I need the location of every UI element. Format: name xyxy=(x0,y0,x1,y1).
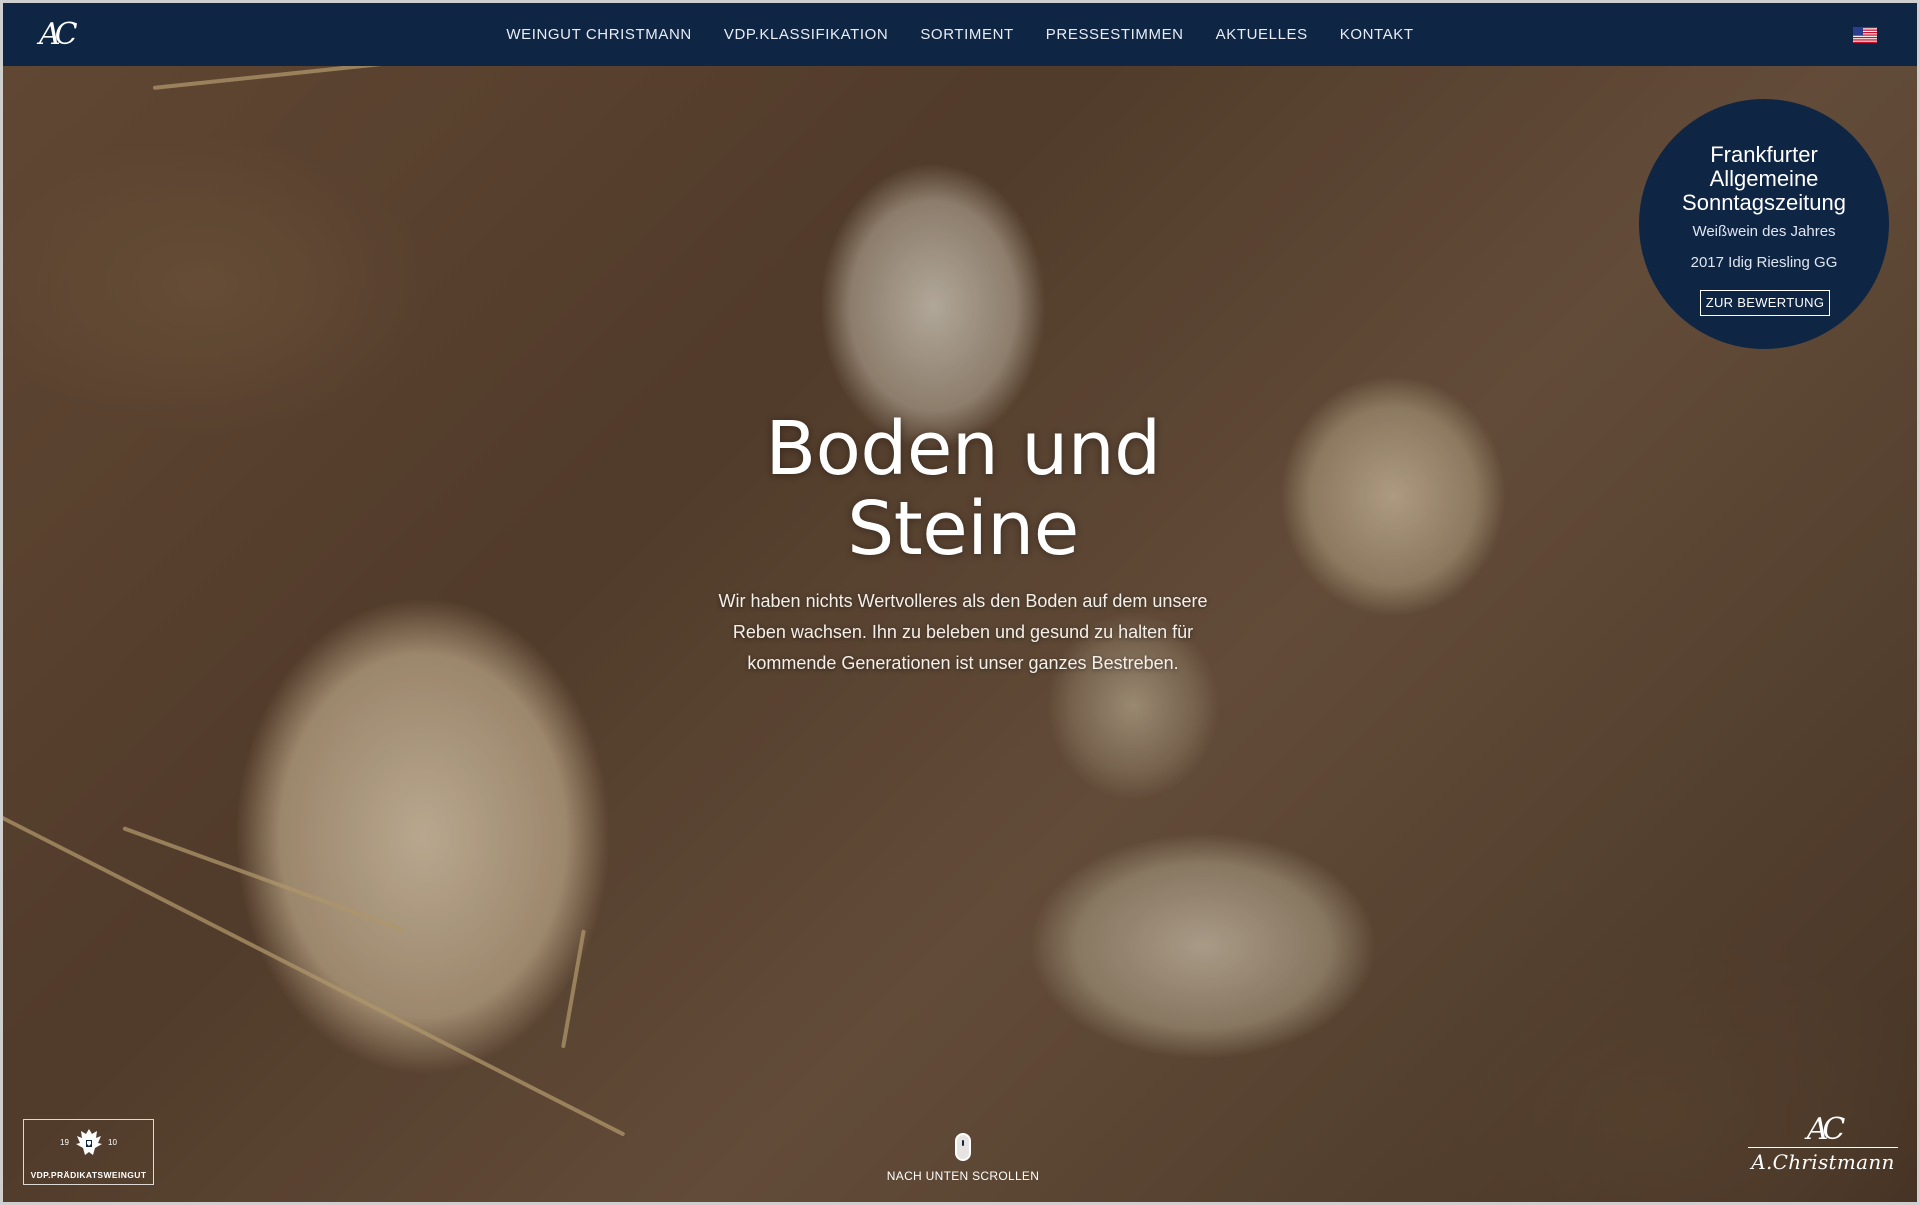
badge-title-line-1: Frankfurter xyxy=(1710,142,1818,167)
top-navbar: AC WEINGUT CHRISTMANN VDP.KLASSIFIKATION… xyxy=(3,3,1917,66)
vdp-year-right: 10 xyxy=(108,1138,117,1147)
nav-item-pressestimmen[interactable]: PRESSESTIMMEN xyxy=(1030,26,1200,43)
scroll-label: NACH UNTEN SCROLLEN xyxy=(886,1169,1040,1183)
nav-item-vdp-klassifikation[interactable]: VDP.KLASSIFIKATION xyxy=(708,26,904,43)
main-menu: WEINGUT CHRISTMANN VDP.KLASSIFIKATION SO… xyxy=(3,3,1917,66)
nav-item-aktuelles[interactable]: AKTUELLES xyxy=(1200,26,1324,43)
badge-wine-name: 2017 Idig Riesling GG xyxy=(1690,254,1838,271)
nav-item-weingut-christmann[interactable]: WEINGUT CHRISTMANN xyxy=(490,26,708,43)
hero-description: Wir haben nichts Wertvolleres als den Bo… xyxy=(718,591,1208,673)
badge-publication-title: Frankfurter Allgemeine Sonntagszeitung xyxy=(1659,143,1869,215)
mouse-icon xyxy=(955,1133,971,1161)
signature-divider xyxy=(1748,1147,1898,1148)
nav-item-kontakt[interactable]: KONTAKT xyxy=(1324,26,1430,43)
eagle-icon xyxy=(76,1129,102,1155)
vdp-year-left: 19 xyxy=(60,1138,69,1147)
hero-title: Boden und Steine xyxy=(663,409,1263,569)
christmann-signature-logo: AC A.Christmann xyxy=(1743,1115,1903,1187)
vdp-praedikatsweingut-logo[interactable]: 19 10 VDP.PRÄDIKATSWEINGUT xyxy=(23,1119,154,1185)
press-award-badge: Frankfurter Allgemeine Sonntagszeitung W… xyxy=(1639,99,1889,349)
badge-title-line-2: Allgemeine xyxy=(1709,166,1819,191)
us-flag-icon[interactable] xyxy=(1853,27,1877,43)
zur-bewertung-button[interactable]: ZUR BEWERTUNG xyxy=(1700,290,1830,316)
hero-title-line-1: Boden und xyxy=(765,406,1161,492)
badge-award-name: Weißwein des Jahres xyxy=(1692,223,1836,240)
page-frame: AC WEINGUT CHRISTMANN VDP.KLASSIFIKATION… xyxy=(0,0,1920,1205)
badge-title-line-3: Sonntagszeitung xyxy=(1682,190,1846,215)
signature-name: A.Christmann xyxy=(1751,1150,1895,1174)
signature-monogram: AC xyxy=(1806,1112,1846,1147)
hero-title-line-2: Steine xyxy=(847,486,1079,572)
scroll-down-hint[interactable]: NACH UNTEN SCROLLEN xyxy=(863,1133,1063,1183)
vdp-label: VDP.PRÄDIKATSWEINGUT xyxy=(30,1170,147,1180)
nav-item-sortiment[interactable]: SORTIMENT xyxy=(904,26,1029,43)
